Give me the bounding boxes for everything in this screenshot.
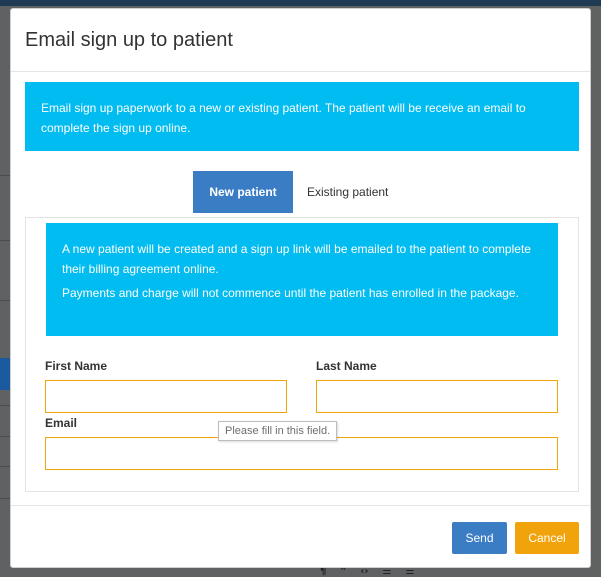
last-name-label: Last Name [316,359,377,373]
email-field[interactable] [45,437,558,470]
cancel-button[interactable]: Cancel [515,522,579,554]
background-header-bar [0,0,601,6]
info-banner: Email sign up paperwork to a new or exis… [25,82,579,151]
new-patient-info-banner: A new patient will be created and a sign… [46,223,558,336]
send-button[interactable]: Send [452,522,507,554]
background-divider [0,436,10,437]
last-name-field[interactable] [316,380,558,413]
first-name-label: First Name [45,359,108,373]
background-divider [0,300,10,301]
background-divider [0,175,10,176]
background-divider [0,498,10,499]
email-signup-modal: Email sign up to patient Email sign up p… [10,8,591,568]
modal-header: Email sign up to patient [11,9,590,72]
new-patient-info-text: A new patient will be created and a sign… [62,242,531,276]
patient-type-tabs: New patient Existing patient [193,171,402,213]
background-highlight [0,358,10,390]
email-label: Email [45,416,78,430]
payments-info-text: Payments and charge will not commence un… [62,286,519,300]
modal-title: Email sign up to patient [25,29,233,51]
background-divider [0,240,10,241]
tab-new-patient[interactable]: New patient [193,171,293,213]
background-divider [0,405,10,406]
tab-existing-patient[interactable]: Existing patient [293,171,402,213]
background-divider [0,466,10,467]
modal-footer: Send Cancel [11,505,590,568]
validation-tooltip: Please fill in this field. [218,421,338,441]
first-name-field[interactable] [45,380,287,413]
